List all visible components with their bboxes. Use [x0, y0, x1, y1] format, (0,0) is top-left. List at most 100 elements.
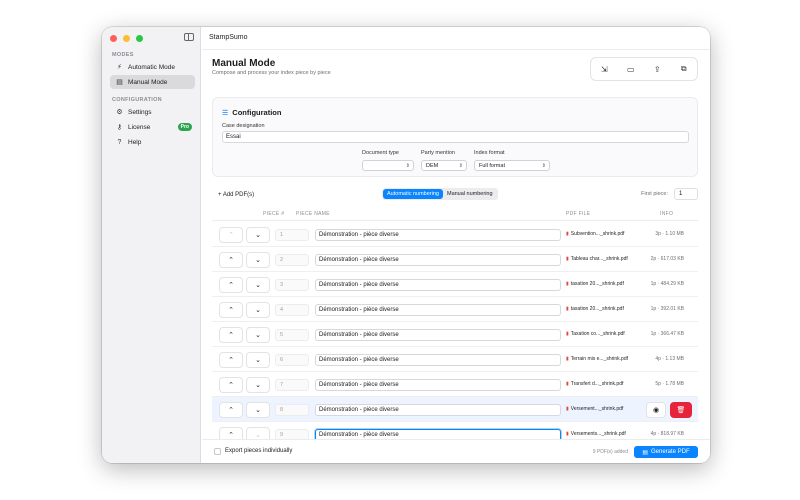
move-down-button[interactable]: ⌄ — [246, 252, 270, 268]
table-row: ⌃ ⌄ 6 Démonstration - pièce diverse ▮ Ter… — [212, 347, 698, 372]
piece-name-input[interactable]: Démonstration - pièce diverse — [315, 304, 561, 316]
sidebar-item-label: Manual Mode — [128, 78, 168, 86]
piece-name-input[interactable]: Démonstration - pièce diverse — [315, 229, 561, 241]
piece-name-input[interactable]: Démonstration - pièce diverse — [315, 429, 561, 439]
document-icon: ▤ — [116, 79, 123, 86]
pdf-file-icon: ▮ — [566, 381, 569, 387]
move-up-button[interactable]: ⌃ — [219, 402, 243, 418]
piece-number: 4 — [275, 304, 309, 316]
case-designation-label: Case designation — [222, 123, 265, 129]
close-window-button[interactable] — [110, 35, 117, 42]
move-up-button[interactable]: ⌃ — [219, 227, 243, 243]
generate-pdf-button[interactable]: ▤ Generate PDF — [634, 446, 698, 458]
piece-name-input[interactable]: Démonstration - pièce diverse — [315, 254, 561, 266]
sidebar-item-label: License — [128, 123, 151, 131]
piece-name-input[interactable]: Démonstration - pièce diverse — [315, 404, 561, 416]
piece-name-input[interactable]: Démonstration - pièce diverse — [315, 279, 561, 291]
pdf-file-name: Tableau char..._shrink.pdf — [570, 256, 628, 262]
party-mention-label: Party mention — [421, 150, 455, 156]
move-down-button[interactable]: ⌄ — [246, 352, 270, 368]
folder-icon[interactable]: ▭ — [623, 65, 639, 74]
pdf-file: ▮ taxation 20..._shrink.pdf — [566, 281, 624, 287]
table-row: ⌃ ⌄ 1 Démonstration - pièce diverse ▮ Sub… — [212, 222, 698, 247]
move-up-button[interactable]: ⌃ — [219, 377, 243, 393]
piece-name-input[interactable]: Démonstration - pièce diverse — [315, 354, 561, 366]
table-row: ⌃ ⌄ 5 Démonstration - pièce diverse ▮ Tax… — [212, 322, 698, 347]
piece-info: 1p · 366.47 KB — [650, 331, 684, 337]
move-up-button[interactable]: ⌃ — [219, 427, 243, 439]
export-individually-label: Export pieces individually — [225, 448, 293, 454]
list-icon: ☰ — [222, 109, 229, 117]
gear-icon: ⚙ — [116, 109, 123, 116]
piece-number: 2 — [275, 254, 309, 266]
pdf-file-icon: ▮ — [566, 331, 569, 337]
sidebar-item-settings[interactable]: ⚙ Settings — [110, 105, 195, 119]
header-piece-name: PIECE NAME — [296, 211, 330, 217]
pdf-file-name: Transfert d..._shrink.pdf — [570, 381, 624, 387]
index-format-select[interactable]: Full format ⇕ — [474, 160, 550, 171]
pdf-count: 9 PDF(s) added — [592, 449, 628, 455]
preview-eye-icon[interactable]: ◉ — [646, 402, 666, 418]
export-icon[interactable]: ⇪ — [649, 65, 665, 74]
pdf-file: ▮ Subvention..._shrink.pdf — [566, 231, 624, 237]
pdf-file-name: Subvention..._shrink.pdf — [570, 231, 625, 237]
move-up-button[interactable]: ⌃ — [219, 352, 243, 368]
pdf-file: ▮ Terrain mis e..._shrink.pdf — [566, 356, 628, 362]
pro-badge: Pro — [177, 123, 192, 131]
configuration-title-text: Configuration — [232, 108, 282, 117]
move-down-button[interactable]: ⌄ — [246, 402, 270, 418]
sidebar-item-license[interactable]: ⚷ License Pro — [110, 120, 195, 134]
delete-trash-icon[interactable]: 🗑 — [670, 402, 692, 418]
move-down-button[interactable]: ⌄ — [246, 427, 270, 439]
move-down-button[interactable]: ⌄ — [246, 327, 270, 343]
piece-info: 4p · 818.97 KB — [650, 431, 684, 437]
configuration-title: ☰ Configuration — [222, 108, 281, 117]
case-designation-input[interactable]: Essai — [222, 131, 689, 143]
minimize-window-button[interactable] — [123, 35, 130, 42]
add-pdf-button[interactable]: + Add PDF(s) — [214, 189, 258, 201]
pdf-file-icon: ▮ — [566, 406, 569, 412]
pdf-file: ▮ Versements..._shrink.pdf — [566, 431, 626, 437]
pdf-file: ▮ Versement..._shrink.pdf — [566, 406, 623, 412]
pdf-file-icon: ▮ — [566, 431, 569, 437]
move-up-button[interactable]: ⌃ — [219, 302, 243, 318]
piece-name-input[interactable]: Démonstration - pièce diverse — [315, 379, 561, 391]
sidebar-item-automatic-mode[interactable]: ⚡ Automatic Mode — [110, 60, 195, 74]
sidebar-toggle-icon[interactable] — [184, 33, 194, 41]
sidebar-item-manual-mode[interactable]: ▤ Manual Mode — [110, 75, 195, 89]
header-piece-number: PIECE # — [263, 211, 285, 217]
piece-info: 4p · 1.13 MB — [655, 356, 684, 362]
move-up-button[interactable]: ⌃ — [219, 252, 243, 268]
chevron-updown-icon: ⇕ — [541, 163, 546, 169]
first-piece-label: First piece: — [641, 191, 668, 197]
piece-info: 3p · 1.10 MB — [655, 231, 684, 237]
bolt-icon: ⚡ — [117, 64, 122, 71]
import-icon[interactable]: ⇲ — [596, 65, 612, 74]
automatic-numbering-tab[interactable]: Automatic numbering — [383, 189, 443, 199]
key-icon: ⚷ — [116, 124, 123, 131]
pdf-file-icon: ▮ — [566, 306, 569, 312]
move-down-button[interactable]: ⌄ — [246, 377, 270, 393]
piece-number: 9 — [275, 429, 309, 439]
move-up-button[interactable]: ⌃ — [219, 277, 243, 293]
party-mention-select[interactable]: DEM ⇕ — [421, 160, 467, 171]
move-down-button[interactable]: ⌄ — [246, 302, 270, 318]
document-type-select[interactable]: ⇕ — [362, 160, 414, 171]
move-down-button[interactable]: ⌄ — [246, 227, 270, 243]
main-content: StampSumo Manual Mode Compose and proces… — [202, 27, 710, 463]
copy-icon[interactable]: ⧉ — [676, 64, 692, 74]
export-individually-checkbox[interactable] — [214, 448, 221, 455]
sidebar-section-modes: MODES — [112, 52, 134, 58]
piece-name-input[interactable]: Démonstration - pièce diverse — [315, 329, 561, 341]
footer-bar: Export pieces individually 9 PDF(s) adde… — [202, 439, 710, 463]
table-row: ⌃ ⌄ 2 Démonstration - pièce diverse ▮ Tab… — [212, 247, 698, 272]
zoom-window-button[interactable] — [136, 35, 143, 42]
sidebar-section-configuration: CONFIGURATION — [112, 97, 162, 103]
sidebar-item-help[interactable]: ? Help — [110, 135, 195, 149]
pdf-file-name: taxation 20..._shrink.pdf — [570, 306, 624, 312]
move-up-button[interactable]: ⌃ — [219, 327, 243, 343]
index-format-label: Index format — [474, 150, 505, 156]
first-piece-input[interactable]: 1 — [674, 188, 698, 200]
move-down-button[interactable]: ⌄ — [246, 277, 270, 293]
manual-numbering-tab[interactable]: Manual numbering — [443, 189, 497, 199]
